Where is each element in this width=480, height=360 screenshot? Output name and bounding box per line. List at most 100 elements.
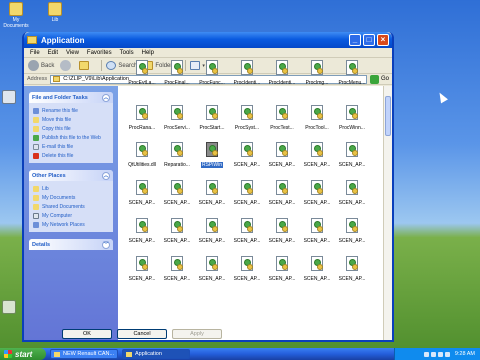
minimize-button[interactable]: _ [349, 34, 361, 46]
file-item[interactable]: RSPiWin [192, 142, 232, 168]
file-item[interactable]: SCEN_AP... [122, 256, 162, 282]
menu-file[interactable]: File [30, 50, 40, 56]
place-shared-documents[interactable]: Shared Documents [33, 202, 109, 211]
file-item[interactable]: SCEN_AP... [192, 180, 232, 206]
task-rename[interactable]: Rename this file [33, 106, 109, 115]
file-item[interactable]: SCEN_AP... [332, 180, 372, 206]
file-item[interactable]: QtUtilities.dll [122, 142, 162, 168]
file-item[interactable]: SCEN_AP... [297, 218, 337, 244]
menu-edit[interactable]: Edit [48, 50, 58, 56]
file-item[interactable]: ProcImg... [297, 60, 337, 86]
taskbar-item-renault[interactable]: NEW Renault CAN... [50, 349, 118, 359]
file-item[interactable]: ProcMenu... [332, 60, 372, 86]
desktop-icon-recycle-bin[interactable] [0, 300, 24, 315]
file-item[interactable]: SCEN_AP... [227, 180, 267, 206]
tray-icon[interactable] [437, 351, 443, 357]
file-item[interactable]: ProcEvtLa... [122, 60, 162, 86]
file-item[interactable]: SCEN_AP... [227, 142, 267, 168]
gear-shape [352, 150, 358, 156]
expand-chevron-icon[interactable]: ﹀ [102, 240, 110, 249]
ok-button[interactable]: OK [62, 329, 112, 339]
scrollbar-thumb[interactable] [385, 96, 391, 136]
forward-button[interactable] [60, 60, 73, 71]
task-copy[interactable]: Copy this file [33, 124, 109, 133]
menu-view[interactable]: View [66, 50, 79, 56]
taskbar-item-application[interactable]: Application [122, 349, 190, 359]
menu-tools[interactable]: Tools [120, 50, 134, 56]
file-item[interactable]: SCEN_AP... [332, 256, 372, 282]
task-publish[interactable]: Publish this file to the Web [33, 133, 109, 142]
collapse-chevron-icon[interactable]: ︿ [102, 171, 110, 180]
file-item[interactable]: Reparatio... [157, 142, 197, 168]
title-bar[interactable]: Application _ □ × [24, 32, 392, 48]
tray-icon[interactable] [430, 351, 436, 357]
application-file-icon [169, 142, 185, 158]
file-item[interactable]: SCEN_AP... [262, 218, 302, 244]
place-my-computer[interactable]: My Computer [33, 211, 109, 220]
back-button[interactable]: Back [28, 60, 54, 71]
collapse-chevron-icon[interactable]: ︿ [102, 93, 110, 102]
file-item[interactable]: SCEN_AP... [332, 142, 372, 168]
file-item[interactable]: SCEN_AP... [332, 218, 372, 244]
task-delete[interactable]: Delete this file [33, 151, 109, 160]
cancel-button[interactable]: Cancel [117, 329, 167, 339]
file-item[interactable]: ProcTest... [262, 105, 302, 131]
file-item[interactable]: SCEN_AP... [227, 256, 267, 282]
file-item[interactable]: SCEN_AP... [192, 256, 232, 282]
file-item[interactable]: ProcServi... [157, 105, 197, 131]
clock[interactable]: 9:28 AM [455, 351, 475, 357]
file-item[interactable]: ProcRana... [122, 105, 162, 131]
maximize-button[interactable]: □ [363, 34, 375, 46]
gear-shape [177, 264, 183, 270]
desktop-icon-my-computer[interactable] [0, 90, 24, 105]
gear-shape [282, 150, 288, 156]
start-button[interactable]: start [0, 348, 46, 360]
desktop-icon-lib[interactable]: Lib [40, 2, 70, 23]
file-item[interactable]: SCEN_AP... [157, 180, 197, 206]
task-email[interactable]: E-mail this file [33, 142, 109, 151]
place-my-network-places[interactable]: My Network Places [33, 220, 109, 229]
file-item[interactable]: SCEN_AP... [297, 142, 337, 168]
file-item[interactable]: SCEN_AP... [192, 218, 232, 244]
up-button[interactable] [79, 61, 91, 70]
file-item[interactable]: SCEN_AP... [157, 256, 197, 282]
file-item[interactable]: ProcTool... [297, 105, 337, 131]
file-item[interactable]: ProcSyst... [227, 105, 267, 131]
vertical-scrollbar[interactable] [383, 86, 392, 340]
apply-button[interactable]: Apply [172, 329, 222, 339]
tray-icon[interactable] [444, 351, 450, 357]
close-button[interactable]: × [377, 34, 389, 46]
file-label: SCEN_AP... [233, 200, 261, 206]
file-item[interactable]: SCEN_AP... [297, 180, 337, 206]
file-item[interactable]: SCEN_AP... [262, 256, 302, 282]
go-button[interactable]: Go [369, 74, 389, 84]
place-lib[interactable]: Lib [33, 184, 109, 193]
file-item[interactable]: SCEN_AP... [262, 180, 302, 206]
file-item[interactable]: ProcWinn... [332, 105, 372, 131]
panel-header[interactable]: File and Folder Tasks ︿ [29, 92, 113, 103]
file-item[interactable]: SCEN_AP... [297, 256, 337, 282]
place-my-documents[interactable]: My Documents [33, 193, 109, 202]
file-item[interactable]: ProcStart... [192, 105, 232, 131]
menu-favorites[interactable]: Favorites [87, 50, 112, 56]
file-item[interactable]: SCEN_AP... [227, 218, 267, 244]
file-item[interactable]: ProcFunc... [192, 60, 232, 86]
file-item[interactable]: SCEN_AP... [262, 142, 302, 168]
task-move[interactable]: Move this file [33, 115, 109, 124]
menu-help[interactable]: Help [142, 50, 154, 56]
panel-header[interactable]: Other Places ︿ [29, 170, 113, 181]
file-item[interactable]: ProcIdenti... [262, 60, 302, 86]
desktop-icon-my-documents[interactable]: My Documents [1, 2, 31, 29]
file-label: ProcFunc... [199, 80, 225, 86]
file-item[interactable]: ProcIdenti... [227, 60, 267, 86]
file-item[interactable]: ProcFinal... [157, 60, 197, 86]
file-label: ProcTool... [305, 125, 329, 131]
file-item[interactable]: SCEN_AP... [122, 218, 162, 244]
panel-header[interactable]: Details ﹀ [29, 239, 113, 250]
file-label: SCEN_AP... [338, 238, 366, 244]
file-item[interactable]: SCEN_AP... [122, 180, 162, 206]
file-item[interactable]: SCEN_AP... [157, 218, 197, 244]
tray-icon[interactable] [423, 351, 429, 357]
file-label: SCEN_AP... [268, 200, 296, 206]
folder-up-icon [79, 61, 90, 70]
